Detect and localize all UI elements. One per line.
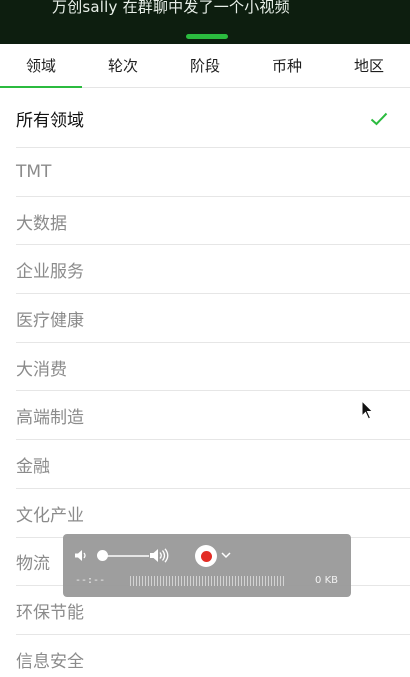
checkmark-icon: [370, 112, 388, 125]
mouse-pointer-icon: [361, 400, 374, 420]
tab-stage[interactable]: 阶段: [164, 44, 246, 87]
list-item[interactable]: 医疗健康: [0, 294, 410, 343]
list-item[interactable]: 企业服务: [0, 245, 410, 294]
tab-round[interactable]: 轮次: [82, 44, 164, 87]
list-item-label: 大消费: [16, 359, 67, 380]
list-item-label: 大数据: [16, 213, 67, 234]
list-item-label: 物流: [16, 554, 50, 575]
list-item[interactable]: 金融: [0, 440, 410, 489]
record-icon: [200, 550, 212, 562]
recording-widget[interactable]: --:-- 0 KB: [63, 534, 351, 597]
list-item[interactable]: 大数据: [0, 197, 410, 246]
recording-timer: --:--: [75, 575, 106, 586]
list-item[interactable]: 大消费: [0, 343, 410, 392]
list-item-label: 环保节能: [16, 603, 84, 624]
volume-high-icon: [150, 548, 169, 563]
chevron-down-icon[interactable]: [221, 551, 231, 559]
list-item[interactable]: TMT: [0, 148, 410, 197]
tab-currency[interactable]: 币种: [246, 44, 328, 87]
list-item-label: 所有领域: [16, 111, 84, 131]
banner-drag-handle[interactable]: [186, 34, 228, 39]
tab-region[interactable]: 地区: [328, 44, 410, 87]
notification-banner[interactable]: 万创sally 在群聊中发了一个小视频: [0, 0, 410, 44]
list-item-all-domains[interactable]: 所有领域: [0, 89, 410, 148]
list-item-label: 医疗健康: [16, 310, 84, 331]
list-item[interactable]: 高端制造: [0, 391, 410, 440]
volume-slider-knob[interactable]: [97, 550, 108, 561]
audio-level-meter: [130, 576, 286, 586]
tab-domain[interactable]: 领域: [0, 44, 82, 88]
list-item[interactable]: 文化产业: [0, 489, 410, 538]
list-item-label: TMT: [16, 162, 52, 183]
list-item-label: 高端制造: [16, 408, 84, 429]
list-item-label: 企业服务: [16, 262, 84, 283]
notification-text: 万创sally 在群聊中发了一个小视频: [52, 0, 290, 16]
filter-tabs: 领域 轮次 阶段 币种 地区: [0, 44, 410, 88]
record-button[interactable]: [195, 545, 217, 567]
list-item-label: 文化产业: [16, 505, 84, 526]
list-item[interactable]: 信息安全: [0, 635, 410, 677]
list-item-label: 金融: [16, 456, 50, 477]
file-size: 0 KB: [315, 575, 338, 586]
volume-low-icon: [75, 550, 86, 561]
list-item-label: 信息安全: [16, 651, 84, 672]
